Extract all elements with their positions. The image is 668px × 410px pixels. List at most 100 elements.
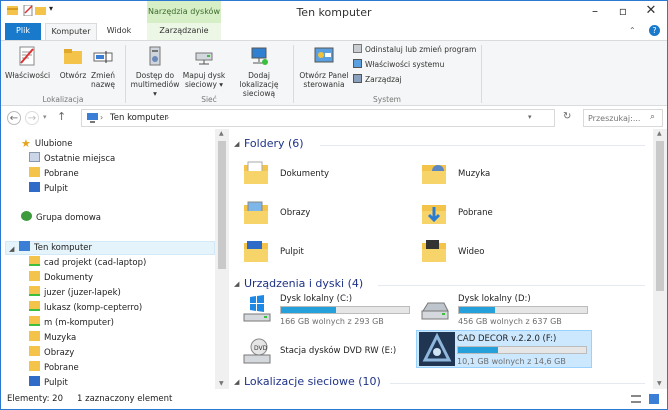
windows-drive-icon bbox=[243, 295, 271, 322]
address-bar[interactable]: › Ten komputer › ▾ bbox=[81, 109, 555, 127]
nav-item-desktop[interactable]: Pulpit bbox=[29, 376, 68, 390]
forward-button[interactable]: → bbox=[25, 111, 39, 125]
content-pane: ◢ Foldery (6) Dokumenty Muzyka Obrazy Po… bbox=[230, 129, 653, 389]
nav-item-favorites[interactable]: ★ Ulubione bbox=[21, 137, 72, 151]
nav-item-network-share[interactable]: m (m-komputer) bbox=[29, 316, 114, 330]
group-collapse-icon[interactable]: ◢ bbox=[234, 140, 239, 148]
up-button[interactable]: ↑ bbox=[57, 110, 66, 123]
nav-item-documents[interactable]: Dokumenty bbox=[29, 271, 93, 285]
properties-button[interactable]: Właściwości bbox=[5, 45, 50, 80]
navigation-pane: ★ Ulubione Ostatnie miejsca Pobrane Pulpi… bbox=[1, 129, 229, 389]
music-folder-icon bbox=[29, 331, 40, 341]
network-folder-icon bbox=[29, 286, 40, 296]
nav-item-network-share[interactable]: juzer (juzer-lapek) bbox=[29, 286, 121, 300]
ribbon-collapse-icon[interactable]: ⌃ bbox=[629, 26, 636, 35]
computer-icon bbox=[87, 113, 98, 123]
drive-usage-bar bbox=[457, 346, 587, 354]
group-divider bbox=[390, 383, 645, 384]
group-divider bbox=[320, 145, 645, 146]
nav-item-homegroup[interactable]: Grupa domowa bbox=[21, 211, 101, 225]
tab-file[interactable]: Plik bbox=[5, 23, 41, 40]
nav-item-downloads[interactable]: Pobrane bbox=[29, 167, 79, 181]
system-properties-button[interactable]: Właściwości systemu bbox=[353, 59, 444, 71]
group-divider bbox=[378, 285, 645, 286]
group-collapse-icon[interactable]: ◢ bbox=[234, 280, 239, 288]
uninstall-icon bbox=[353, 44, 362, 53]
scroll-up-icon[interactable]: ▲ bbox=[219, 130, 224, 137]
maximize-button[interactable]: ▫ bbox=[609, 1, 637, 21]
nav-item-desktop[interactable]: Pulpit bbox=[29, 182, 68, 196]
scroll-down-icon[interactable]: ▼ bbox=[219, 380, 224, 387]
collapse-chevron-icon[interactable]: ◢ bbox=[9, 242, 17, 253]
large-icons-view-icon[interactable] bbox=[649, 394, 659, 404]
help-icon[interactable]: ? bbox=[649, 25, 660, 36]
drive-usage-fill bbox=[458, 347, 498, 353]
uninstall-program-button[interactable]: Odinstaluj lub zmień program bbox=[353, 44, 476, 56]
group-header-folders[interactable]: Foldery (6) bbox=[244, 137, 304, 150]
scroll-up-icon[interactable]: ▲ bbox=[657, 130, 662, 137]
search-box[interactable]: ⌕ bbox=[583, 109, 663, 127]
nav-item-network-share[interactable]: cad projekt (cad-laptop) bbox=[29, 256, 146, 270]
selection-count: 1 zaznaczony element bbox=[77, 394, 173, 404]
minimize-button[interactable]: – bbox=[581, 1, 609, 21]
nav-item-this-pc[interactable]: ◢ Ten komputer bbox=[9, 241, 92, 255]
desktop-folder-icon bbox=[244, 241, 268, 262]
drive-usage-bar bbox=[280, 306, 410, 314]
group-header-network[interactable]: Lokalizacje sieciowe (10) bbox=[244, 375, 381, 388]
network-drive-icon bbox=[195, 52, 213, 65]
manage-button[interactable]: Zarządzaj bbox=[353, 74, 402, 86]
drive-usage-bar bbox=[458, 306, 588, 314]
close-button[interactable]: ✕ bbox=[637, 1, 665, 21]
ribbon: Właściwości Otwórz Zmień nazwę Lokalizac… bbox=[1, 40, 667, 106]
nav-pane-scrollbar[interactable]: ▲ ▼ bbox=[215, 129, 229, 389]
network-folder-icon bbox=[29, 316, 40, 326]
computer-manage-icon bbox=[353, 74, 362, 83]
ribbon-separator bbox=[125, 45, 126, 103]
scrollbar-thumb[interactable] bbox=[656, 141, 664, 291]
breadcrumb-path[interactable]: Ten komputer bbox=[110, 113, 168, 123]
breadcrumb-chevron-icon[interactable]: › bbox=[166, 113, 169, 122]
refresh-icon[interactable]: ↻ bbox=[563, 111, 571, 122]
scroll-down-icon[interactable]: ▼ bbox=[657, 380, 662, 387]
drive-item-f-selected[interactable]: CAD DECOR v.2.2.0 (F:) 10,1 GB wolnych z… bbox=[416, 330, 592, 368]
control-panel-button[interactable]: Otwórz Panel sterowania bbox=[297, 45, 351, 89]
recent-places-icon bbox=[29, 152, 40, 162]
tab-view[interactable]: Widok bbox=[99, 23, 139, 40]
status-bar: Elementy: 20 1 zaznaczony element bbox=[1, 389, 667, 409]
music-folder-icon bbox=[422, 165, 446, 184]
scrollbar-thumb[interactable] bbox=[218, 141, 226, 269]
content-scrollbar[interactable]: ▲ ▼ bbox=[653, 129, 667, 389]
nav-item-music[interactable]: Muzyka bbox=[29, 331, 76, 345]
map-drive-button[interactable]: Mapuj dysk sieciowy ▾ bbox=[181, 45, 227, 89]
search-icon[interactable]: ⌕ bbox=[650, 112, 655, 122]
drive-usage-fill bbox=[459, 307, 495, 313]
nav-item-downloads[interactable]: Pobrane bbox=[29, 361, 79, 375]
group-header-devices[interactable]: Urządzenia i dyski (4) bbox=[244, 277, 363, 290]
pictures-folder-icon bbox=[29, 346, 40, 356]
star-icon: ★ bbox=[21, 137, 31, 150]
media-server-icon bbox=[149, 46, 161, 66]
group-label-system: System bbox=[373, 95, 401, 104]
ribbon-separator bbox=[293, 45, 294, 103]
nav-item-pictures[interactable]: Obrazy bbox=[29, 346, 74, 360]
downloads-folder-icon bbox=[29, 167, 40, 177]
tab-manage[interactable]: Zarządzanie bbox=[147, 23, 221, 40]
back-button[interactable]: ← bbox=[7, 111, 21, 125]
tab-computer[interactable]: Komputer bbox=[45, 23, 97, 41]
group-collapse-icon[interactable]: ◢ bbox=[234, 378, 239, 386]
media-access-button[interactable]: Dostęp do multimediów ▾ bbox=[129, 45, 181, 98]
nav-item-recent-places[interactable]: Ostatnie miejsca bbox=[29, 152, 115, 166]
svg-text:DVD: DVD bbox=[254, 345, 268, 352]
details-view-icon[interactable] bbox=[631, 395, 641, 403]
pictures-folder-icon bbox=[244, 201, 268, 224]
nav-item-network-share[interactable]: lukasz (komp-cepterro) bbox=[29, 301, 142, 315]
search-input[interactable] bbox=[588, 111, 648, 125]
network-location-icon bbox=[251, 47, 268, 65]
homegroup-icon bbox=[21, 211, 32, 221]
navigation-bar: ← → ▾ ↑ › Ten komputer › ▾ ↻ ⌕ bbox=[1, 107, 667, 129]
address-dropdown-icon[interactable]: ▾ bbox=[528, 113, 532, 121]
control-panel-icon bbox=[314, 47, 334, 63]
recent-locations-icon[interactable]: ▾ bbox=[43, 113, 47, 121]
add-network-location-button[interactable]: Dodaj lokalizację sieciową bbox=[229, 45, 289, 98]
rename-button[interactable]: Zmień nazwę bbox=[87, 45, 119, 89]
